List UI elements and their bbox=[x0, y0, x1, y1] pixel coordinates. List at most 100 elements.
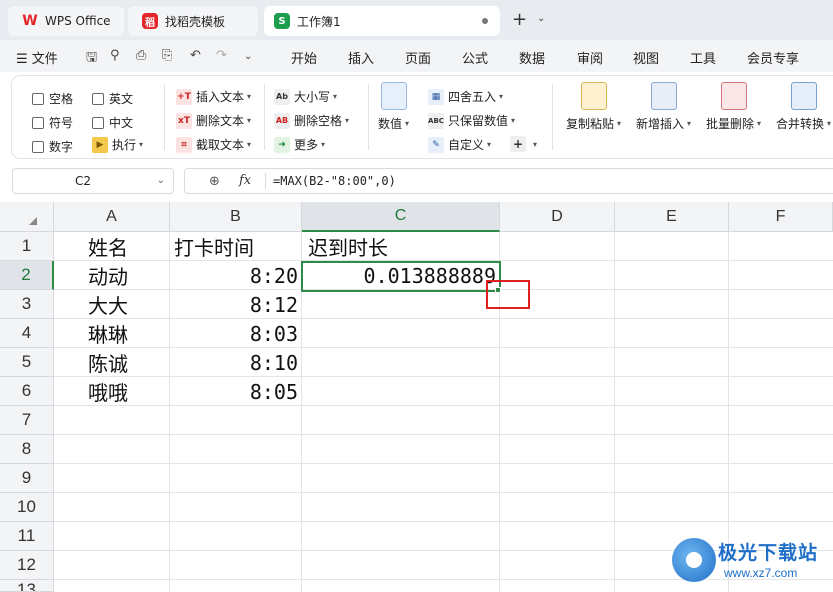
column-header-f[interactable]: F bbox=[729, 202, 833, 232]
tab-label: 工作簿1 bbox=[297, 14, 341, 29]
insert-text-icon: +T bbox=[176, 88, 192, 105]
column-header-b[interactable]: B bbox=[170, 202, 302, 232]
tab-wps-office[interactable]: W WPS Office bbox=[8, 6, 124, 36]
row-header[interactable]: 1 bbox=[0, 232, 54, 261]
add-insert-button[interactable]: 新增插入 ▾ bbox=[636, 82, 691, 132]
cell-a1[interactable]: 姓名 bbox=[54, 232, 170, 261]
custom-button[interactable]: ✎ 自定义 ▾ bbox=[428, 136, 491, 153]
keep-number-button[interactable]: ABC 只保留数值 ▾ bbox=[428, 112, 515, 129]
merge-convert-button[interactable]: 合并转换 ▾ bbox=[776, 82, 831, 132]
row-header[interactable]: 7 bbox=[0, 406, 54, 435]
checkbox-box[interactable] bbox=[32, 140, 44, 153]
execute-button[interactable]: ▶ 执行 ▾ bbox=[92, 136, 143, 153]
chevron-down-icon[interactable]: ⌄ bbox=[537, 13, 545, 24]
cell-time[interactable]: 8:10 bbox=[170, 348, 302, 377]
undo-icon[interactable]: ↶ bbox=[190, 48, 201, 63]
name-box[interactable]: C2 ⌄ bbox=[12, 168, 174, 194]
row-header[interactable]: 13 bbox=[0, 580, 54, 592]
zoom-icon[interactable]: ⊕ bbox=[209, 174, 220, 189]
menu-item[interactable]: 开始 bbox=[291, 48, 317, 67]
chevron-down-icon[interactable]: ⌄ bbox=[244, 51, 252, 62]
checkbox-english[interactable]: 英文 bbox=[92, 90, 133, 107]
row-header[interactable]: 8 bbox=[0, 435, 54, 464]
case-label: 大小写 bbox=[294, 90, 331, 104]
fx-icon[interactable]: fx bbox=[239, 173, 251, 188]
keep-number-label: 只保留数值 bbox=[448, 114, 509, 128]
select-all-corner[interactable] bbox=[0, 202, 54, 232]
menu-item[interactable]: 插入 bbox=[348, 48, 374, 67]
cell-time[interactable]: 8:20 bbox=[170, 261, 302, 290]
insert-text-button[interactable]: +T 插入文本 ▾ bbox=[176, 88, 251, 105]
redo-icon[interactable]: ↷ bbox=[216, 48, 227, 63]
row-header[interactable]: 2 bbox=[0, 261, 54, 290]
delete-table-icon bbox=[720, 82, 747, 110]
row-header[interactable]: 9 bbox=[0, 464, 54, 493]
copy-paste-button[interactable]: 复制粘贴 ▾ bbox=[566, 82, 621, 132]
extract-text-button[interactable]: ⌗ 截取文本 ▾ bbox=[176, 136, 251, 153]
chevron-down-icon: ▾ bbox=[321, 140, 326, 149]
column-header-c[interactable]: C bbox=[302, 202, 500, 232]
unsaved-dot-icon[interactable] bbox=[482, 18, 488, 24]
checkbox-chinese[interactable]: 中文 bbox=[92, 114, 133, 131]
save-icon[interactable]: 🖫 bbox=[86, 48, 97, 70]
case-button[interactable]: Ab 大小写 ▾ bbox=[274, 88, 337, 105]
cell-time[interactable]: 8:03 bbox=[170, 319, 302, 348]
checkbox-box[interactable] bbox=[92, 92, 104, 105]
print-icon[interactable]: ⎙ bbox=[136, 48, 146, 63]
menu-item[interactable]: 会员专享 bbox=[747, 48, 799, 67]
number-label: 数值 bbox=[378, 117, 403, 131]
delete-text-button[interactable]: xT 删除文本 ▾ bbox=[176, 112, 251, 129]
checkbox-box[interactable] bbox=[32, 116, 44, 129]
row-header[interactable]: 4 bbox=[0, 319, 54, 348]
plus-icon: + bbox=[510, 136, 526, 152]
formula-input[interactable]: =MAX(B2-"8:00",0) bbox=[273, 174, 396, 188]
share-icon[interactable]: ⚲ bbox=[110, 48, 120, 63]
row-header[interactable]: 6 bbox=[0, 377, 54, 406]
menu-item[interactable]: 审阅 bbox=[577, 48, 603, 67]
tab-template[interactable]: 稻 找稻壳模板 bbox=[128, 6, 258, 36]
chevron-down-icon[interactable]: ⌄ bbox=[157, 175, 165, 186]
checkbox-symbol[interactable]: 符号 bbox=[32, 114, 73, 131]
more-button[interactable]: ➜ 更多 ▾ bbox=[274, 136, 325, 153]
cell-time[interactable]: 8:05 bbox=[170, 377, 302, 406]
menu-item[interactable]: 视图 bbox=[633, 48, 659, 67]
checkbox-box[interactable] bbox=[92, 116, 104, 129]
row-header[interactable]: 10 bbox=[0, 493, 54, 522]
row-header[interactable]: 3 bbox=[0, 290, 54, 319]
extract-text-label: 截取文本 bbox=[196, 138, 245, 152]
cell-name[interactable]: 陈诚 bbox=[54, 348, 170, 377]
formula-bar[interactable]: ⊕ fx =MAX(B2-"8:00",0) bbox=[184, 168, 833, 194]
column-header-a[interactable]: A bbox=[54, 202, 170, 232]
spreadsheet-grid[interactable]: A B C D E F 1 2 3 4 5 6 7 8 9 10 11 12 1… bbox=[0, 202, 833, 592]
cell-name[interactable]: 哦哦 bbox=[54, 377, 170, 406]
row-header[interactable]: 5 bbox=[0, 348, 54, 377]
row-header[interactable]: 11 bbox=[0, 522, 54, 551]
cell-name[interactable]: 动动 bbox=[54, 261, 170, 290]
delete-spaces-button[interactable]: AB 删除空格 ▾ bbox=[274, 112, 349, 129]
cell-b1[interactable]: 打卡时间 bbox=[170, 232, 302, 261]
cell-name[interactable]: 大大 bbox=[54, 290, 170, 319]
add-function-button[interactable]: + ▾ bbox=[510, 136, 537, 152]
checkbox-space[interactable]: 空格 bbox=[32, 90, 73, 107]
tab-workbook[interactable]: S 工作簿1 bbox=[264, 6, 500, 36]
delete-spaces-icon: AB bbox=[274, 112, 290, 129]
wps-logo-icon: W bbox=[22, 13, 38, 29]
number-button[interactable]: 数值 ▾ bbox=[378, 82, 409, 132]
row-header[interactable]: 12 bbox=[0, 551, 54, 580]
checkbox-number[interactable]: 数字 bbox=[32, 138, 73, 155]
cell-time[interactable]: 8:12 bbox=[170, 290, 302, 319]
cell-name[interactable]: 琳琳 bbox=[54, 319, 170, 348]
menu-item[interactable]: 工具 bbox=[690, 48, 716, 67]
menu-item[interactable]: 数据 bbox=[519, 48, 545, 67]
batch-delete-button[interactable]: 批量删除 ▾ bbox=[706, 82, 761, 132]
cell-c1[interactable]: 迟到时长 bbox=[302, 232, 500, 261]
column-header-d[interactable]: D bbox=[500, 202, 615, 232]
new-tab-plus-icon[interactable]: + bbox=[512, 9, 527, 30]
round-button[interactable]: ▦ 四舍五入 ▾ bbox=[428, 88, 503, 105]
checkbox-box[interactable] bbox=[32, 92, 44, 105]
menu-item[interactable]: 页面 bbox=[405, 48, 431, 67]
file-menu[interactable]: ☰ 文件 bbox=[16, 48, 58, 67]
print-preview-icon[interactable]: ⎘ bbox=[162, 48, 172, 63]
column-header-e[interactable]: E bbox=[615, 202, 729, 232]
menu-item[interactable]: 公式 bbox=[462, 48, 488, 67]
